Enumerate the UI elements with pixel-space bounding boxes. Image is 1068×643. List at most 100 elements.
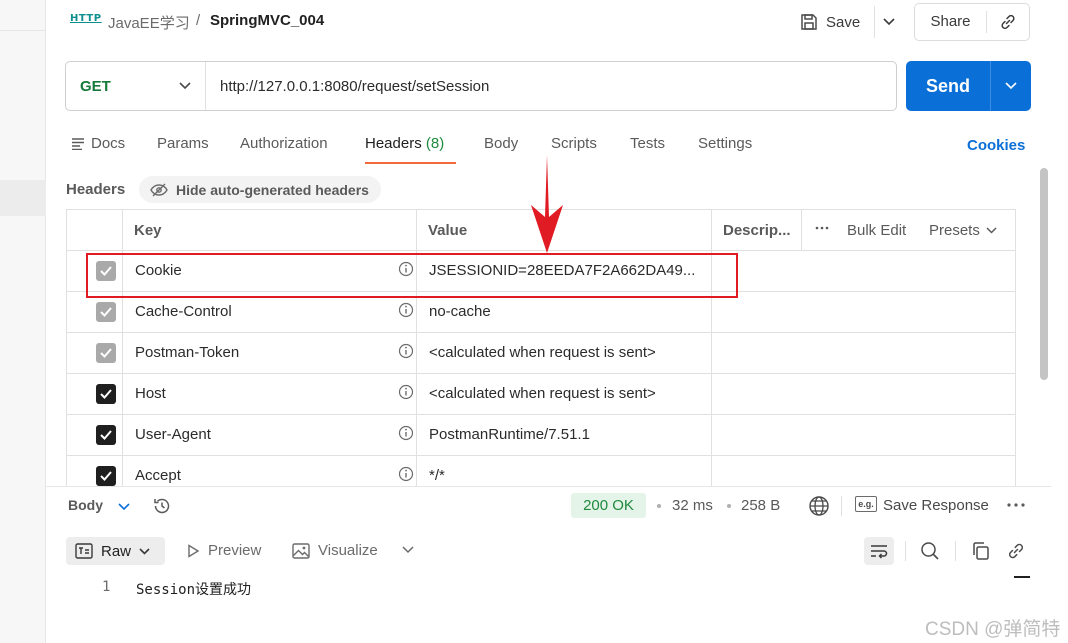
tab-tests[interactable]: Tests	[630, 135, 665, 152]
row-checkbox[interactable]	[96, 384, 116, 404]
breadcrumb-collection[interactable]: JavaEE学习	[108, 12, 190, 33]
request-title[interactable]: SpringMVC_004	[210, 12, 324, 29]
send-button[interactable]: Send	[906, 61, 1031, 111]
raw-view-select[interactable]: Raw	[66, 537, 165, 565]
save-icon	[801, 14, 817, 30]
breadcrumb-separator: /	[196, 12, 201, 29]
preview-button[interactable]: Preview	[186, 542, 261, 559]
sidebar-divider	[0, 30, 46, 31]
column-description: Descrip...	[723, 222, 791, 239]
link-icon	[1001, 14, 1015, 30]
checkmark-icon	[100, 389, 112, 399]
tab-headers-count: (8)	[425, 135, 445, 152]
cookies-link[interactable]: Cookies	[967, 137, 1025, 154]
response-time[interactable]: 32 ms	[672, 497, 713, 514]
tab-docs[interactable]: Docs	[71, 135, 125, 152]
info-icon	[398, 466, 414, 482]
toolbar-divider	[905, 541, 906, 561]
save-options-button[interactable]	[874, 6, 902, 38]
save-label: Save	[826, 13, 861, 31]
wrap-lines-button[interactable]	[864, 537, 894, 565]
wrap-icon	[871, 545, 888, 559]
method-select[interactable]: GET	[66, 62, 206, 110]
visualize-button[interactable]: Visualize	[292, 542, 378, 559]
row-checkbox[interactable]	[96, 302, 116, 322]
checkmark-icon	[100, 430, 112, 440]
tab-settings[interactable]: Settings	[698, 135, 752, 152]
presets-label: Presets	[929, 222, 980, 239]
response-size[interactable]: 258 B	[741, 497, 780, 514]
chevron-down-icon[interactable]	[401, 544, 415, 556]
image-icon	[292, 542, 310, 559]
info-icon	[398, 425, 414, 441]
copy-link-button[interactable]	[987, 13, 1029, 31]
response-divider[interactable]	[46, 486, 1051, 487]
tab-authorization[interactable]: Authorization	[240, 135, 328, 152]
tab-scripts[interactable]: Scripts	[551, 135, 597, 152]
editor-cursor-marker	[1014, 576, 1030, 578]
raw-text-icon	[75, 543, 93, 559]
column-divider	[416, 210, 417, 486]
header-row: Postman-Token <calculated when request i…	[66, 333, 1016, 374]
status-badge[interactable]: 200 OK	[571, 493, 646, 518]
preview-label: Preview	[208, 542, 262, 559]
headers-section-title: Headers	[66, 181, 126, 198]
share-button[interactable]: Share	[914, 3, 1030, 41]
search-icon[interactable]	[920, 541, 940, 561]
header-key[interactable]: Accept	[135, 467, 181, 484]
info-icon	[398, 302, 414, 318]
tab-params[interactable]: Params	[157, 135, 209, 152]
sidebar-selected-item[interactable]	[0, 180, 46, 216]
share-label: Share	[915, 11, 987, 33]
header-key[interactable]: Cache-Control	[135, 303, 232, 320]
hide-auto-headers-button[interactable]: Hide auto-generated headers	[139, 176, 381, 203]
tab-headers[interactable]: Headers (8)	[365, 135, 444, 152]
send-options-button[interactable]	[990, 61, 1031, 111]
response-body-text[interactable]: Session设置成功	[136, 579, 251, 599]
header-key[interactable]: Host	[135, 385, 166, 402]
tab-docs-label: Docs	[91, 135, 126, 152]
header-row: Accept */*	[66, 456, 1016, 486]
history-icon[interactable]	[152, 496, 172, 516]
column-options-button[interactable]	[815, 221, 829, 239]
chevron-down-icon[interactable]	[117, 499, 131, 513]
save-response-button[interactable]: Save Response	[883, 497, 989, 514]
header-value[interactable]: */*	[429, 467, 445, 484]
header-value[interactable]: <calculated when request is sent>	[429, 385, 656, 402]
link-icon[interactable]	[1006, 541, 1026, 561]
separator-dot	[727, 504, 731, 508]
header-value[interactable]: no-cache	[429, 303, 491, 320]
header-key[interactable]: Postman-Token	[135, 344, 239, 361]
example-icon: e.g.	[855, 496, 877, 512]
header-value[interactable]: PostmanRuntime/7.51.1	[429, 426, 590, 443]
toolbar-divider	[841, 496, 842, 516]
globe-icon[interactable]	[808, 495, 830, 517]
save-button[interactable]: Save	[800, 6, 872, 38]
checkmark-icon	[100, 471, 112, 481]
scrollbar-thumb[interactable]	[1040, 168, 1048, 380]
url-input[interactable]: http://127.0.0.1:8080/request/setSession	[206, 78, 489, 95]
more-horizontal-icon	[815, 226, 829, 230]
chevron-down-icon	[139, 547, 150, 555]
separator-dot	[657, 504, 661, 508]
checkmark-icon	[100, 307, 112, 317]
more-horizontal-icon[interactable]	[1006, 498, 1026, 512]
copy-icon[interactable]	[971, 541, 991, 561]
send-label: Send	[925, 75, 970, 96]
header-value[interactable]: <calculated when request is sent>	[429, 344, 656, 361]
header-row: Cache-Control no-cache	[66, 292, 1016, 333]
chevron-down-icon	[882, 18, 895, 26]
row-checkbox[interactable]	[96, 425, 116, 445]
docs-icon	[72, 137, 84, 150]
presets-button[interactable]: Presets	[929, 222, 997, 239]
tab-body[interactable]: Body	[484, 135, 518, 152]
response-body-label: Body	[68, 497, 103, 513]
row-checkbox[interactable]	[96, 343, 116, 363]
raw-label: Raw	[101, 542, 132, 560]
hide-auto-headers-label: Hide auto-generated headers	[176, 181, 369, 198]
tab-headers-label: Headers	[365, 135, 422, 152]
header-key[interactable]: User-Agent	[135, 426, 211, 443]
visualize-label: Visualize	[318, 542, 378, 559]
bulk-edit-button[interactable]: Bulk Edit	[847, 222, 906, 239]
row-checkbox[interactable]	[96, 466, 116, 486]
